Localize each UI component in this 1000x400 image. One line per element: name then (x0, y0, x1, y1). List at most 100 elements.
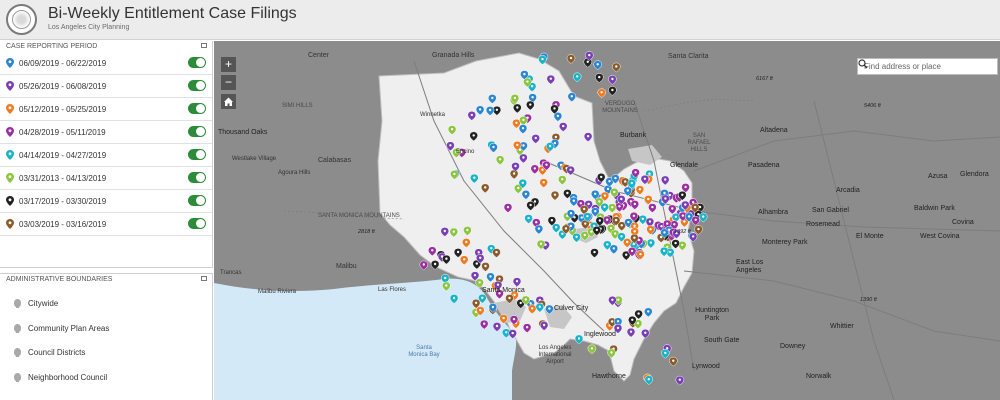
map-pin-icon (6, 81, 14, 91)
toggle-knob (196, 150, 205, 159)
map-label: Thousand Oaks (218, 129, 268, 136)
case-pin[interactable] (597, 88, 606, 98)
panel-collapse-icon[interactable] (201, 276, 207, 281)
search-input[interactable] (858, 59, 978, 74)
panel-title: CASE REPORTING PERIOD (6, 43, 98, 50)
map-label: Baldwin Park (914, 205, 955, 212)
map-label: Alhambra (758, 209, 788, 216)
map-label: San Gabriel (812, 207, 849, 214)
period-toggle[interactable] (188, 80, 206, 91)
map-label: Granada Hills (432, 52, 475, 59)
map-label: Whittier (830, 323, 854, 330)
case-pin[interactable] (608, 75, 617, 85)
map-pin-icon (6, 196, 14, 206)
period-toggle[interactable] (188, 57, 206, 68)
toggle-knob (196, 81, 205, 90)
case-pin[interactable] (595, 73, 604, 83)
zoom-out-button[interactable]: − (221, 75, 236, 90)
admin-boundary-item[interactable]: Council Districts (0, 341, 212, 365)
period-toggle[interactable] (188, 195, 206, 206)
case-pin[interactable] (661, 349, 670, 359)
admin-boundary-label: Council Districts (28, 348, 86, 357)
map-label: Culver City (554, 305, 589, 312)
period-row[interactable]: 04/14/2019 - 04/27/2019 (0, 144, 212, 167)
panel-collapse-icon[interactable] (201, 43, 207, 48)
period-label: 06/09/2019 - 06/22/2019 (19, 59, 107, 68)
map-label: Center (308, 52, 330, 59)
admin-boundary-label: Community Plan Areas (28, 323, 110, 333)
period-row[interactable]: 03/31/2013 - 04/13/2019 (0, 167, 212, 190)
case-pin[interactable] (419, 260, 429, 271)
ridge-line (643, 98, 755, 112)
period-toggle[interactable] (188, 149, 206, 160)
case-pin[interactable] (675, 375, 685, 386)
map-label: Lynwood (692, 363, 720, 370)
period-row[interactable]: 03/17/2019 - 03/30/2019 (0, 190, 212, 213)
case-pin[interactable] (644, 375, 654, 385)
toggle-knob (196, 173, 205, 182)
zoom-in-button[interactable]: + (221, 57, 236, 72)
case-pin[interactable] (608, 86, 617, 96)
map-pin-icon (6, 127, 14, 137)
admin-boundary-item[interactable]: Citywide (0, 292, 212, 316)
admin-boundary-label: Citywide (28, 299, 59, 308)
map-label: West Covina (920, 233, 960, 240)
map-label: Pasadena (748, 162, 780, 169)
map-label: Santa Monica (482, 287, 525, 294)
map-label: Monterey Park (762, 239, 808, 246)
panel-header: ADMINISTRATIVE BOUNDARIES (0, 274, 212, 284)
period-row[interactable]: 05/26/2019 - 06/08/2019 (0, 75, 212, 98)
admin-boundary-item[interactable]: Community Plan Areas (0, 317, 212, 341)
map-label: Azusa (928, 173, 948, 180)
map-label: Winnetka (420, 112, 446, 118)
case-pin[interactable] (698, 212, 708, 223)
period-row[interactable]: 06/09/2019 - 06/22/2019 (0, 52, 212, 75)
period-label: 04/14/2019 - 04/27/2019 (19, 151, 107, 160)
map-label: Glendora (960, 171, 989, 178)
map-pin-icon (6, 150, 14, 160)
map-label: Rosemead (806, 221, 840, 228)
map-label: 2818 ft (358, 229, 375, 235)
case-pin[interactable] (566, 54, 576, 64)
app-header: Bi-Weekly Entitlement Case Filings Los A… (0, 0, 1000, 40)
map-label: Inglewood (584, 331, 616, 338)
period-label: 03/31/2013 - 04/13/2019 (19, 174, 107, 183)
freeway-line (683, 270, 1000, 342)
case-pin[interactable] (572, 72, 582, 83)
case-pin[interactable] (574, 334, 584, 345)
map-label: Encino (456, 149, 475, 155)
toggle-knob (196, 104, 205, 113)
period-toggle[interactable] (188, 126, 206, 137)
map-label: Calabasas (318, 157, 352, 164)
map-label: Santa Monica Bay (408, 345, 440, 358)
home-button[interactable] (221, 94, 236, 109)
period-toggle[interactable] (188, 218, 206, 229)
case-pin[interactable] (691, 215, 700, 226)
period-row[interactable]: 04/28/2019 - 05/11/2019 (0, 121, 212, 144)
map-label: Las Flores (378, 287, 407, 293)
period-row[interactable]: 05/12/2019 - 05/25/2019 (0, 98, 212, 121)
period-row[interactable]: 03/03/2019 - 03/16/2019 (0, 213, 212, 236)
map-view[interactable]: Center Granada Hills Santa Clarita SIMI … (214, 41, 1000, 400)
case-reporting-period-panel: CASE REPORTING PERIOD 06/09/2019 - 06/22… (0, 41, 213, 268)
map-label: Santa Clarita (668, 53, 709, 60)
freeway-line (813, 100, 895, 400)
period-toggle[interactable] (188, 103, 206, 114)
map-label: Huntington Park (695, 307, 729, 322)
period-toggle[interactable] (188, 172, 206, 183)
toggle-knob (196, 58, 205, 67)
map-label: SIMI HILLS (282, 103, 313, 109)
period-label: 03/17/2019 - 03/30/2019 (19, 197, 107, 206)
case-pin[interactable] (593, 60, 602, 70)
map-label: SAN RAFAEL HILLS (687, 133, 711, 153)
map-label: SANTA MONICA MOUNTAINS (318, 213, 400, 219)
map-label: East Los Angeles (736, 259, 764, 274)
case-pin[interactable] (587, 344, 597, 355)
case-pin[interactable] (669, 356, 678, 367)
app-title: Bi-Weekly Entitlement Case Filings (48, 5, 297, 22)
search-icon[interactable] (858, 59, 868, 69)
toggle-knob (196, 127, 205, 136)
panel-header: CASE REPORTING PERIOD (0, 41, 212, 51)
case-pin[interactable] (612, 62, 621, 73)
admin-boundary-item[interactable]: Neighborhood Council (0, 366, 212, 390)
